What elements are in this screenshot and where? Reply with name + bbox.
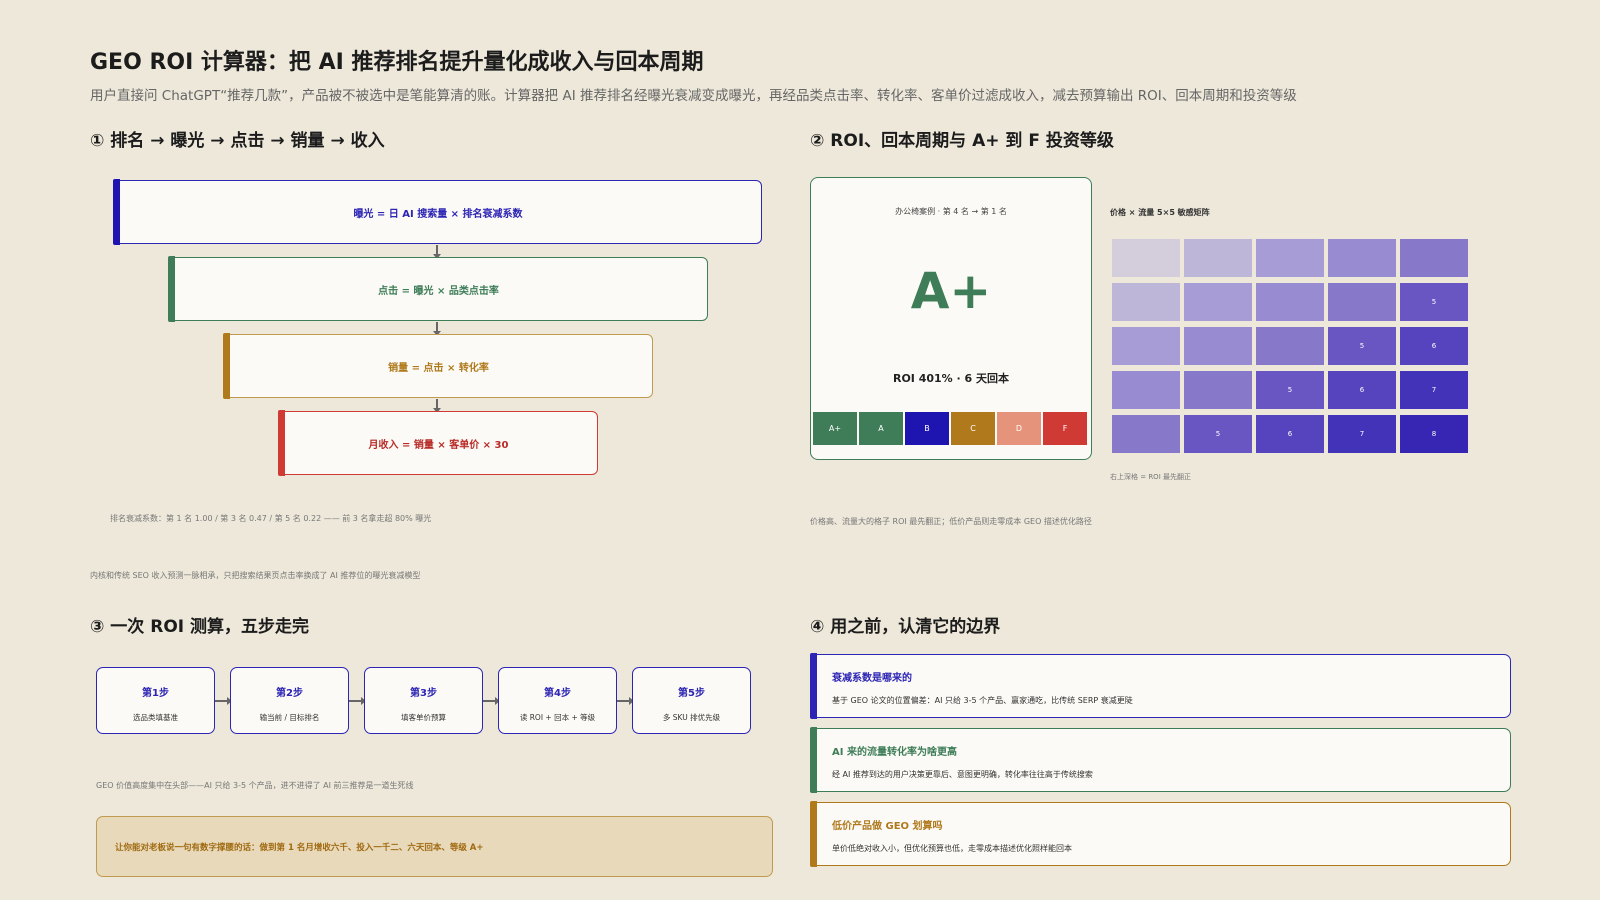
matrix-title: 价格 × 流量 5×5 敏感矩阵 — [1110, 208, 1210, 217]
matrix-note: 右上深格 = ROI 最先翻正 — [1110, 473, 1191, 481]
matrix-cell: 5 — [1184, 415, 1252, 453]
matrix-cell — [1328, 239, 1396, 277]
step-arrow — [349, 697, 366, 705]
boundary-card-2: AI 来的流量转化率为啥更高经 AI 推荐到达的用户决策更靠后、意图更明确，转化… — [810, 727, 1511, 793]
funnel-step-label: 曝光 = 日 AI 搜索量 × 排名衰减系数 — [353, 208, 523, 220]
boundary-title: 低价产品做 GEO 划算吗 — [832, 821, 943, 832]
matrix-cell: 6 — [1256, 415, 1324, 453]
boundary-desc: 单价低绝对收入小，但优化预算也低，走零成本描述优化照样能回本 — [832, 844, 1072, 853]
step-desc: 选品类填基准 — [133, 713, 178, 722]
grade-cell-aplus: A+ — [813, 412, 857, 445]
decay-note: 排名衰减系数：第 1 名 1.00 / 第 3 名 0.47 / 第 5 名 0… — [110, 514, 432, 523]
matrix-cell — [1256, 327, 1324, 365]
grade-cell-f: F — [1043, 412, 1087, 445]
funnel-step-sales: 销量 = 点击 × 转化率 — [223, 333, 653, 399]
grade-cell-c: C — [951, 412, 995, 445]
matrix-cell: 8 — [1400, 415, 1468, 453]
step-title: 第4步 — [544, 688, 571, 699]
step-desc: 输当前 / 目标排名 — [259, 713, 320, 722]
boundary-desc: 基于 GEO 论文的位置偏差：AI 只给 3-5 个产品、赢家通吃，比传统 SE… — [832, 696, 1133, 705]
card-caption: 办公椅案例 · 第 4 名 → 第 1 名 — [895, 207, 1007, 216]
step-arrow — [617, 697, 634, 705]
boundary-title: 衰减系数是哪来的 — [832, 673, 912, 684]
connector-arrow — [433, 245, 441, 259]
matrix-cell — [1112, 327, 1180, 365]
accent-bar — [113, 179, 120, 245]
boundary-desc: 经 AI 推荐到达的用户决策更靠后、意图更明确，转化率往往高于传统搜索 — [832, 770, 1093, 779]
callout-box: 让你能对老板说一句有数字撑腰的话：做到第 1 名月增收六千、投入一千二、六天回本… — [96, 816, 773, 877]
roi-result: ROI 401% · 6 天回本 — [892, 372, 1010, 385]
section1-title: ① 排名 → 曝光 → 点击 → 销量 → 收入 — [90, 131, 385, 151]
step-card-1: 第1步选品类填基准 — [96, 667, 215, 734]
accent-bar — [810, 727, 817, 793]
boundary-title: AI 来的流量转化率为啥更高 — [832, 747, 957, 758]
accent-bar — [278, 410, 285, 476]
grade-cell-d: D — [997, 412, 1041, 445]
connector-arrow — [433, 322, 441, 336]
step-arrow — [483, 697, 500, 705]
matrix-cell — [1184, 239, 1252, 277]
matrix-cell — [1400, 239, 1468, 277]
matrix-cell — [1112, 415, 1180, 453]
section4-title: ④ 用之前，认清它的边界 — [810, 617, 1001, 637]
accent-bar — [810, 801, 817, 867]
step-title: 第2步 — [276, 688, 303, 699]
funnel-step-label: 销量 = 点击 × 转化率 — [388, 362, 489, 374]
connector-arrow — [433, 399, 441, 413]
matrix-cell: 6 — [1400, 327, 1468, 365]
step-title: 第3步 — [410, 688, 437, 699]
section3-note: GEO 价值高度集中在头部——AI 只给 3-5 个产品，进不进得了 AI 前三… — [96, 781, 414, 790]
boundary-card-1: 衰减系数是哪来的基于 GEO 论文的位置偏差：AI 只给 3-5 个产品、赢家通… — [810, 653, 1511, 719]
matrix-cell — [1256, 283, 1324, 321]
grade-cell-b: B — [905, 412, 949, 445]
matrix-cell — [1256, 239, 1324, 277]
matrix-cell: 5 — [1328, 327, 1396, 365]
matrix-cell: 7 — [1328, 415, 1396, 453]
step-card-3: 第3步填客单价预算 — [364, 667, 483, 734]
step-desc: 多 SKU 排优先级 — [662, 713, 721, 722]
callout-text: 让你能对老板说一句有数字撑腰的话：做到第 1 名月增收六千、投入一千二、六天回本… — [115, 842, 484, 853]
grade-cell-a: A — [859, 412, 903, 445]
page-subtitle: 用户直接问 ChatGPT“推荐几款”，产品被不被选中是笔能算清的账。计算器把 … — [90, 88, 1297, 104]
matrix-cell — [1184, 371, 1252, 409]
grade-label: A+ — [910, 262, 992, 320]
matrix-cell: 7 — [1400, 371, 1468, 409]
step-title: 第1步 — [142, 688, 169, 699]
matrix-cell: 6 — [1328, 371, 1396, 409]
matrix-cell: 5 — [1400, 283, 1468, 321]
accent-bar — [810, 653, 817, 719]
matrix-cell — [1328, 283, 1396, 321]
matrix-cell — [1112, 239, 1180, 277]
matrix-cell — [1184, 327, 1252, 365]
section2-title: ② ROI、回本周期与 A+ 到 F 投资等级 — [810, 131, 1114, 151]
funnel-step-label: 点击 = 曝光 × 品类点击率 — [378, 285, 499, 297]
step-card-5: 第5步多 SKU 排优先级 — [632, 667, 751, 734]
funnel-step-label: 月收入 = 销量 × 客单价 × 30 — [368, 439, 509, 451]
matrix-cell — [1112, 371, 1180, 409]
page-title: GEO ROI 计算器：把 AI 推荐排名提升量化成收入与回本周期 — [90, 50, 704, 75]
matrix-cell: 5 — [1256, 371, 1324, 409]
matrix-cell — [1112, 283, 1180, 321]
funnel-step-click: 点击 = 曝光 × 品类点击率 — [168, 256, 708, 322]
section1-footnote: 内核和传统 SEO 收入预测一脉相承，只把搜索结果页点击率换成了 AI 推荐位的… — [90, 571, 421, 580]
matrix-cell — [1184, 283, 1252, 321]
step-desc: 读 ROI + 回本 + 等级 — [519, 713, 596, 722]
boundary-card-3: 低价产品做 GEO 划算吗单价低绝对收入小，但优化预算也低，走零成本描述优化照样… — [810, 801, 1511, 867]
section2-note: 价格高、流量大的格子 ROI 最先翻正；低价产品则走零成本 GEO 描述优化路径 — [810, 517, 1092, 526]
accent-bar — [168, 256, 175, 322]
step-desc: 填客单价预算 — [401, 713, 446, 722]
step-title: 第5步 — [678, 688, 705, 699]
step-card-2: 第2步输当前 / 目标排名 — [230, 667, 349, 734]
funnel-step-exposure: 曝光 = 日 AI 搜索量 × 排名衰减系数 — [113, 179, 762, 245]
step-card-4: 第4步读 ROI + 回本 + 等级 — [498, 667, 617, 734]
accent-bar — [223, 333, 230, 399]
section3-title: ③ 一次 ROI 测算，五步走完 — [90, 617, 310, 637]
funnel-step-revenue: 月收入 = 销量 × 客单价 × 30 — [278, 410, 598, 476]
step-arrow — [215, 697, 232, 705]
